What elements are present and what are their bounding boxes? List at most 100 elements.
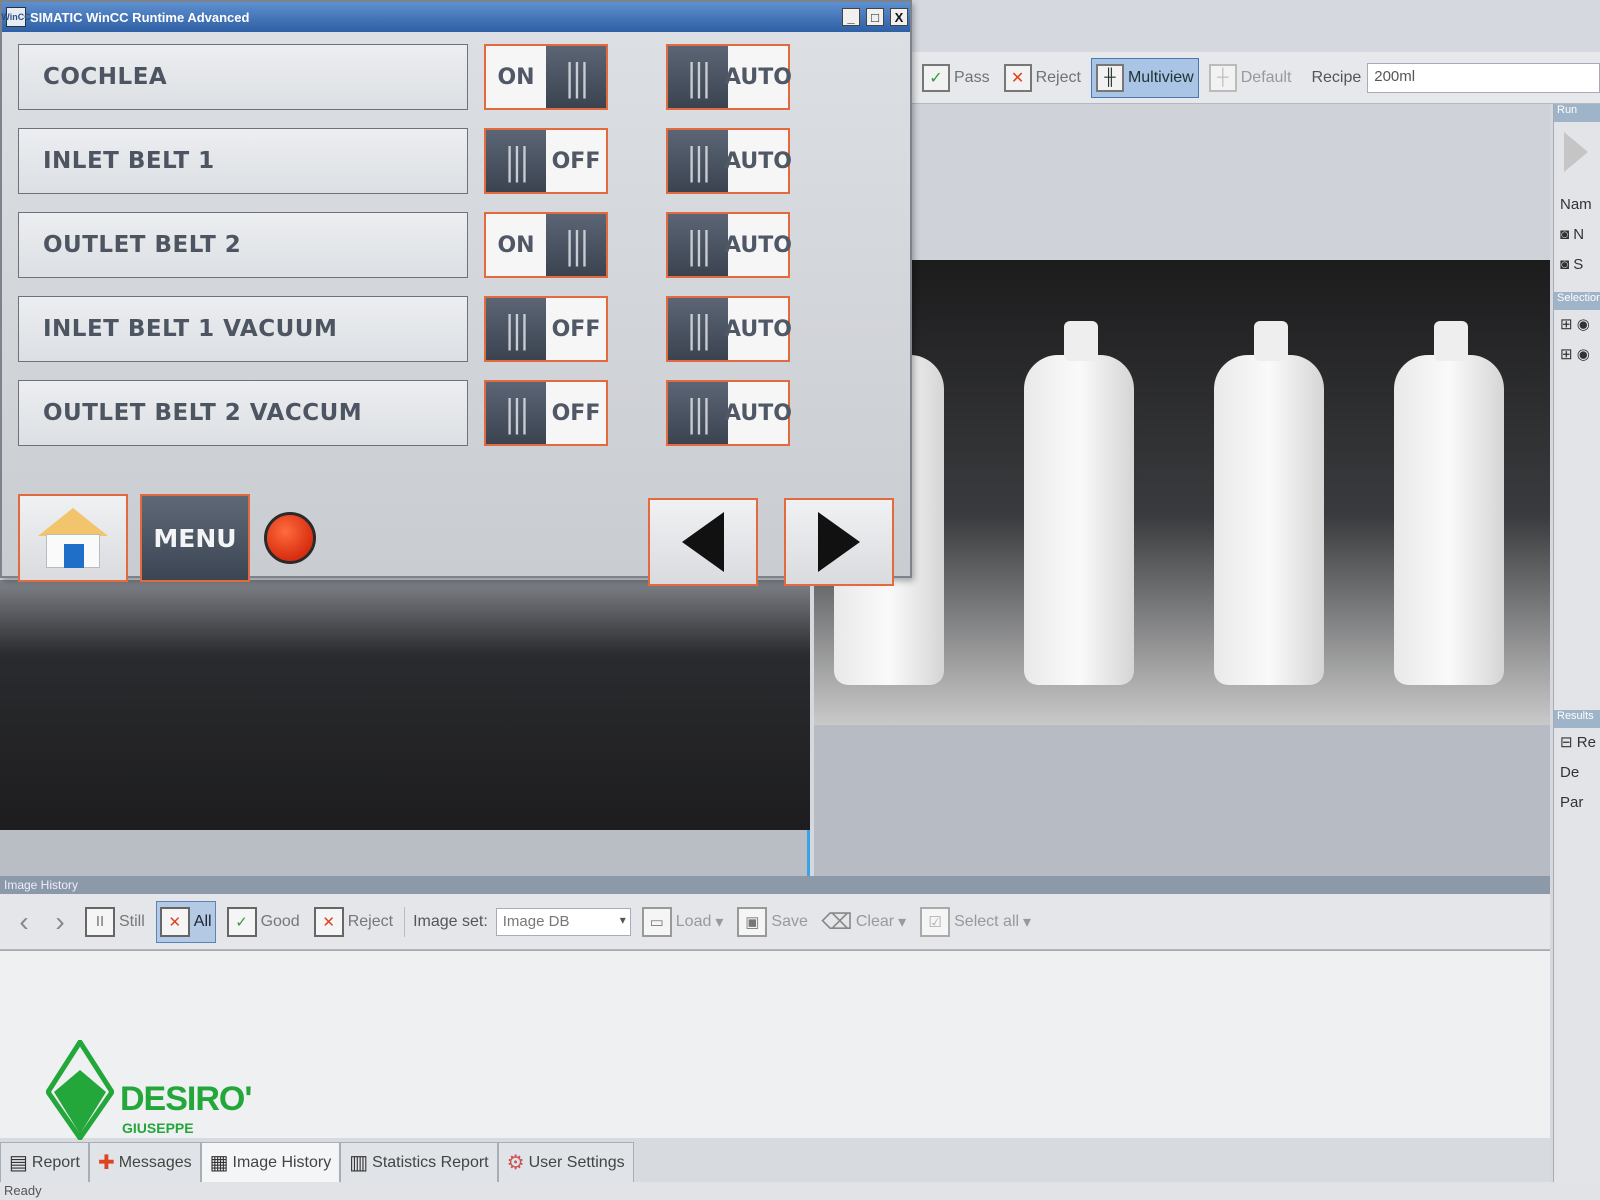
tab-image-history[interactable]: ▦ Image History [200, 1142, 341, 1182]
home-button[interactable] [18, 494, 128, 582]
reject-icon: ✕ [313, 906, 344, 937]
still-button[interactable]: II Still [82, 901, 148, 943]
next-image-icon[interactable]: › [46, 906, 74, 938]
history-reject-button[interactable]: ✕ Reject [311, 901, 396, 943]
check-icon: ✓ [922, 63, 950, 92]
status-lamp-indicator [264, 512, 316, 564]
check-icon: ✓ [226, 906, 257, 937]
wincc-runtime-window: WinCC SIMATIC WinCC Runtime Advanced _ □… [0, 0, 912, 586]
switch-knob-icon: ||| [486, 382, 546, 444]
select-all-icon: ☑ [920, 906, 951, 937]
outlet-belt-2-vaccum-on-off-switch[interactable]: ||| OFF [484, 380, 608, 446]
all-button[interactable]: ✕ All [155, 900, 216, 943]
select-all-button[interactable]: ☑ Select all ▾ [917, 901, 1034, 943]
switch-knob-icon: ||| [668, 130, 728, 192]
status-bar: Ready [0, 1182, 1600, 1200]
default-button[interactable]: ┼ Default [1205, 58, 1296, 98]
folder-icon: ▭ [641, 906, 672, 937]
reject-icon: ✕ [1003, 63, 1032, 92]
messages-icon: ✚ [97, 1152, 115, 1174]
close-button[interactable]: X [890, 8, 908, 26]
switch-knob-icon: ||| [486, 130, 546, 192]
selection-tree-item-1[interactable]: ⊞ ◉ [1554, 310, 1600, 340]
selection-header: Selection [1554, 292, 1600, 310]
maximize-button[interactable]: □ [866, 8, 884, 26]
inlet-belt-1-auto-switch[interactable]: ||| AUTO [666, 128, 792, 194]
bottom-tab-bar: ▤ Report ✚ Messages ▦ Image History ▥ St… [0, 1138, 1550, 1182]
settings-icon: ⚙ [506, 1152, 525, 1174]
multiview-icon: ╫ [1095, 63, 1124, 92]
camera-view-left [0, 580, 810, 830]
arrow-right-icon [818, 512, 860, 572]
results-header: Results [1554, 710, 1600, 728]
multiview-button[interactable]: ╫ Multiview [1090, 57, 1199, 98]
switch-state-text: OFF [551, 148, 601, 174]
mode-text: AUTO [724, 148, 792, 174]
image-history-toolbar: ‹ › II Still ✕ All ✓ Good ✕ Reject Image… [0, 894, 1550, 950]
still-label: Still [119, 912, 145, 930]
cochlea-on-off-switch[interactable]: ON ||| [484, 44, 608, 110]
load-button[interactable]: ▭ Load ▾ [639, 901, 727, 943]
run-item-2[interactable]: ◙ S [1554, 250, 1600, 280]
selection-tree-item-2[interactable]: ⊞ ◉ [1554, 340, 1600, 370]
switch-knob-icon: ||| [546, 214, 606, 276]
outlet-belt-2-vaccum-auto-switch[interactable]: ||| AUTO [666, 380, 792, 446]
next-screen-button[interactable] [784, 498, 894, 586]
inlet-belt-1-on-off-switch[interactable]: ||| OFF [484, 128, 608, 194]
inlet-belt-1-vacuum-auto-switch[interactable]: ||| AUTO [666, 296, 792, 362]
clear-button[interactable]: ⌫ Clear ▾ [819, 901, 909, 943]
logo-name: DESIRO' [120, 1080, 252, 1118]
vision-toolbar: ✓ Pass ✕ Reject ╫ Multiview ┼ Default Re… [900, 52, 1600, 104]
home-icon [38, 508, 108, 568]
play-icon[interactable] [1564, 132, 1588, 172]
outlet-belt-2-auto-switch[interactable]: ||| AUTO [666, 212, 792, 278]
run-item-1[interactable]: ◙ N [1554, 220, 1600, 250]
results-item-label: Re [1576, 734, 1596, 751]
mode-text: AUTO [724, 64, 792, 90]
row-label-inlet-belt-1-vacuum: INLET BELT 1 VACUUM [18, 296, 468, 362]
good-button[interactable]: ✓ Good [224, 901, 303, 943]
camera-icon: ◙ [1560, 226, 1570, 243]
pass-button[interactable]: ✓ Pass [918, 58, 994, 98]
pass-label: Pass [954, 68, 990, 86]
window-titlebar[interactable]: WinCC SIMATIC WinCC Runtime Advanced _ □… [1, 2, 910, 32]
tab-user-settings[interactable]: ⚙ User Settings [497, 1142, 634, 1182]
tab-report[interactable]: ▤ Report [0, 1142, 89, 1182]
camera-icon: ◙ [1560, 256, 1570, 273]
camera-view-right [814, 260, 1550, 725]
recipe-input[interactable]: 200ml [1367, 62, 1600, 93]
load-label: Load [675, 912, 712, 930]
switch-state-text: ON [497, 232, 535, 258]
clipboard-icon: ▤ [9, 1152, 28, 1174]
name-label: Nam [1560, 196, 1592, 213]
save-button[interactable]: ▣ Save [734, 901, 810, 943]
menu-button[interactable]: MENU [140, 494, 250, 582]
cochlea-auto-switch[interactable]: ||| AUTO [666, 44, 792, 110]
clear-dropdown-icon: ▾ [898, 913, 907, 931]
floppy-icon: ▣ [737, 906, 768, 937]
bottle-image [1024, 321, 1134, 685]
watermark-logo: DESIRO' GIUSEPPE [46, 1040, 252, 1140]
tab-messages[interactable]: ✚ Messages [88, 1142, 201, 1182]
inlet-belt-1-vacuum-on-off-switch[interactable]: ||| OFF [484, 296, 608, 362]
results-sub-1: De [1560, 764, 1580, 781]
tab-statistics-report[interactable]: ▥ Statistics Report [340, 1142, 498, 1182]
select-all-dropdown-icon: ▾ [1023, 913, 1032, 931]
previous-screen-button[interactable] [648, 498, 758, 586]
good-label: Good [260, 912, 300, 930]
arrow-left-icon [682, 512, 724, 572]
camera-view-right-footer [814, 725, 1550, 877]
row-label-cochlea: COCHLEA [18, 44, 468, 110]
previous-image-icon[interactable]: ‹ [10, 906, 38, 938]
results-item[interactable]: ⊟ Re [1554, 728, 1600, 758]
image-set-select[interactable]: Image DB [495, 907, 631, 936]
wincc-app-icon: WinCC [1, 7, 31, 27]
all-label: All [193, 912, 212, 930]
outlet-belt-2-on-off-switch[interactable]: ON ||| [484, 212, 608, 278]
toolbar-divider [404, 906, 406, 937]
mode-text: AUTO [724, 400, 792, 426]
hmi-screen: COCHLEA ON ||| ||| AUTO INLET BELT 1 |||… [2, 32, 910, 586]
reject-button[interactable]: ✕ Reject [1000, 58, 1085, 98]
save-label: Save [771, 912, 808, 930]
minimize-button[interactable]: _ [842, 8, 860, 26]
